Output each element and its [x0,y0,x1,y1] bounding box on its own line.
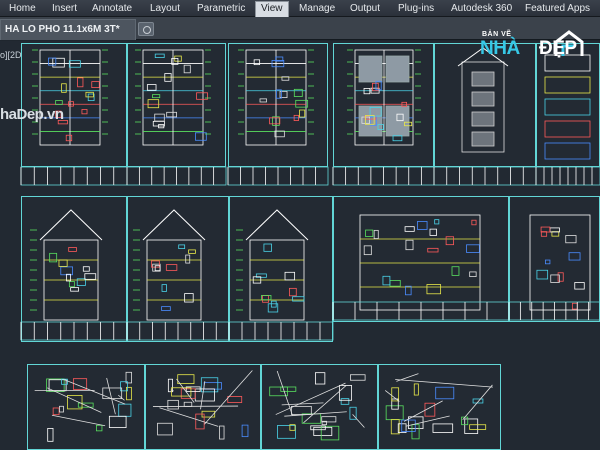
brand-logo: BẢN VẼ NHÀ ĐẸP [478,28,594,66]
document-tab[interactable]: HA LO PHO 11.1x6M 3T* [0,19,136,40]
logo-brand-part1: NHÀ [480,38,520,59]
drawing-sheet-plan-2 [127,43,226,167]
drawing-sheet-plan-1 [21,43,127,167]
tab-featured-apps[interactable]: Featured Apps [520,2,595,17]
drawing-sheet-section-5 [509,196,600,322]
watermark-text: haDep.vn [0,106,64,123]
drawing-sheet-plan-4 [333,43,434,167]
tab-autodesk-360[interactable]: Autodesk 360 [446,2,517,17]
tab-home[interactable]: Home [4,2,41,17]
drawing-sheet-section-4 [333,196,509,322]
tab-parametric[interactable]: Parametric [192,2,250,17]
tab-output[interactable]: Output [345,2,385,17]
tab-insert[interactable]: Insert [47,2,82,17]
ribbon-tab-bar: Home Insert Annotate Layout Parametric V… [0,0,600,17]
drawing-sheet-section-1 [21,196,127,342]
drawing-sheet-detail-3 [261,364,378,450]
tab-manage[interactable]: Manage [294,2,340,17]
drawing-sheet-plan-3 [228,43,328,167]
drawing-sheet-section-3 [229,196,333,342]
drawing-sheet-detail-4 [378,364,501,450]
tab-view[interactable]: View [255,1,289,17]
new-drawing-tab-button[interactable] [138,22,154,36]
drawing-sheet-detail-1 [27,364,145,450]
logo-top-text: BẢN VẼ [482,31,512,38]
drawing-sheet-section-2 [127,196,229,342]
tab-annotate[interactable]: Annotate [87,2,137,17]
tab-plug-ins[interactable]: Plug-ins [393,2,439,17]
tab-layout[interactable]: Layout [145,2,185,17]
logo-brand-part2: ĐẸP [539,38,577,59]
drawing-sheet-detail-2 [145,364,261,450]
